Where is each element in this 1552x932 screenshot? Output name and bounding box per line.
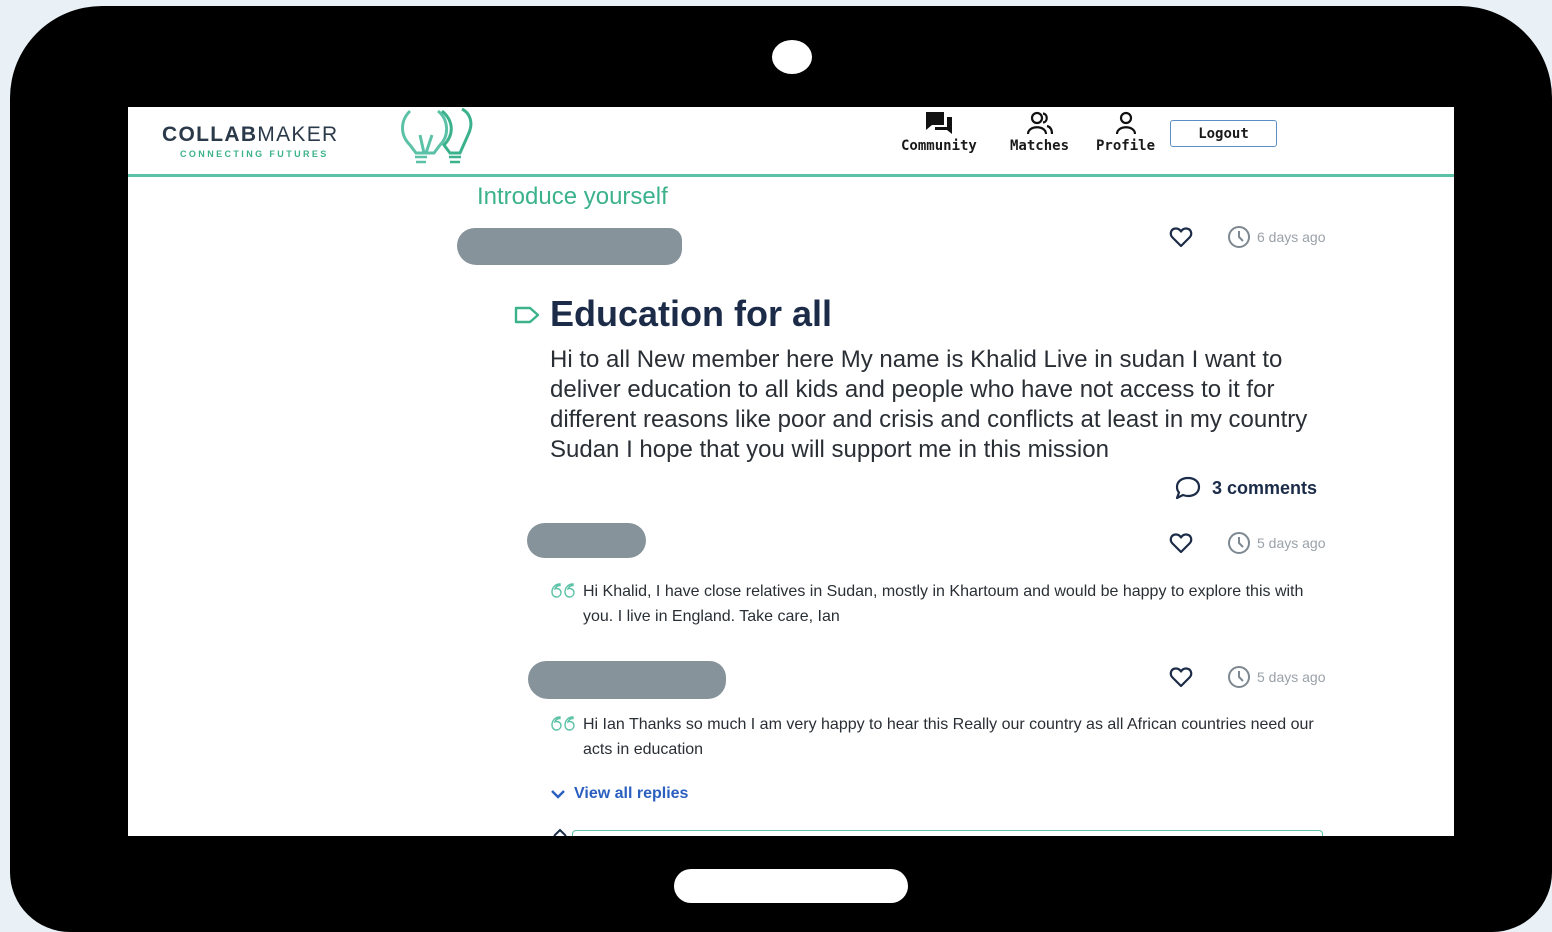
tablet-camera bbox=[772, 40, 812, 74]
logo-tagline: CONNECTING FUTURES bbox=[180, 149, 329, 159]
tag-icon bbox=[514, 306, 540, 324]
nav-profile-label: Profile bbox=[1096, 138, 1156, 154]
users-icon bbox=[1026, 111, 1053, 135]
comment-bubble-icon bbox=[1175, 476, 1201, 500]
post-body: Hi to all New member here My name is Kha… bbox=[550, 346, 1308, 463]
nav-matches-label: Matches bbox=[1010, 138, 1070, 154]
comment-text: Hi Khalid, I have close relatives in Sud… bbox=[583, 583, 1304, 625]
top-navbar: COLLABMAKER CONNECTING FUTURES Community bbox=[128, 107, 1454, 177]
reply-input[interactable] bbox=[572, 830, 1323, 836]
redacted-post-author bbox=[457, 228, 682, 265]
like-heart-icon[interactable] bbox=[1169, 226, 1193, 248]
nav-community[interactable]: Community bbox=[901, 110, 977, 154]
redacted-comment-author bbox=[527, 523, 646, 558]
lightbulbs-logo-icon bbox=[401, 107, 473, 164]
chevron-up-icon bbox=[553, 828, 567, 836]
clock-icon bbox=[1228, 532, 1250, 554]
app-screen: COLLABMAKER CONNECTING FUTURES Community bbox=[128, 107, 1454, 836]
nav-community-label: Community bbox=[901, 138, 977, 154]
chevron-down-icon bbox=[551, 790, 565, 799]
clock-icon bbox=[1228, 666, 1250, 688]
comments-count-label: 3 comments bbox=[1212, 477, 1318, 498]
redacted-comment-author bbox=[528, 661, 726, 699]
user-icon bbox=[1115, 111, 1136, 135]
comments-count-button[interactable]: 3 comments bbox=[1174, 475, 1317, 501]
post-meta: 6 days ago bbox=[1169, 225, 1326, 249]
clock-icon bbox=[1228, 226, 1250, 248]
like-heart-icon[interactable] bbox=[1169, 666, 1193, 688]
nav-matches[interactable]: Matches bbox=[1010, 110, 1069, 154]
category-link[interactable]: Introduce yourself bbox=[477, 183, 668, 211]
comment-meta: 5 days ago bbox=[1169, 531, 1326, 555]
nav-profile[interactable]: Profile bbox=[1096, 110, 1155, 154]
view-all-replies-button[interactable]: View all replies bbox=[550, 785, 688, 803]
like-heart-icon[interactable] bbox=[1169, 532, 1193, 554]
comment-text: Hi Ian Thanks so much I am very happy to… bbox=[583, 716, 1314, 758]
comment-meta: 5 days ago bbox=[1169, 665, 1326, 689]
quote-icon bbox=[551, 583, 575, 598]
post-timestamp: 6 days ago bbox=[1257, 229, 1326, 245]
tablet-home-button[interactable] bbox=[674, 869, 908, 903]
comment-timestamp: 5 days ago bbox=[1257, 535, 1326, 551]
chat-bubbles-icon bbox=[925, 112, 952, 134]
post-title: Education for all bbox=[550, 293, 833, 334]
view-all-replies-label: View all replies bbox=[574, 785, 689, 802]
quote-icon bbox=[551, 716, 575, 731]
logout-button[interactable]: Logout bbox=[1170, 120, 1277, 147]
comment-timestamp: 5 days ago bbox=[1257, 669, 1326, 685]
logo-wordmark: COLLABMAKER bbox=[162, 123, 339, 146]
collabmaker-logo[interactable]: COLLABMAKER CONNECTING FUTURES bbox=[162, 107, 473, 173]
